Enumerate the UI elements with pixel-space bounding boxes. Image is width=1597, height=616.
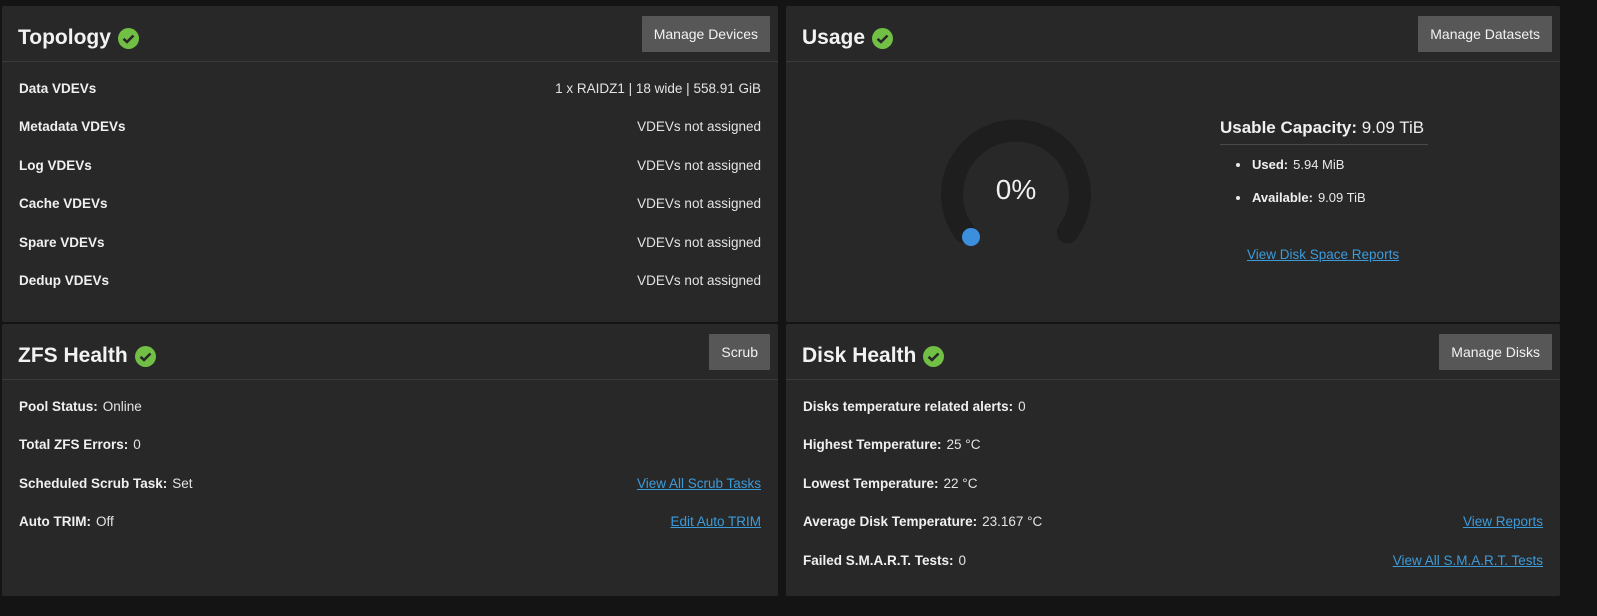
lowest-temp-label: Lowest Temperature: <box>803 475 939 491</box>
scrub-button[interactable]: Scrub <box>709 334 770 370</box>
topology-row: Data VDEVs 1 x RAIDZ1 | 18 wide | 558.91… <box>19 78 761 98</box>
manage-devices-button[interactable]: Manage Devices <box>641 16 770 52</box>
average-temp-row: Average Disk Temperature: 23.167 °C View… <box>803 511 1543 531</box>
check-circle-icon <box>923 345 945 367</box>
usage-title: Usage <box>802 26 866 49</box>
temp-alerts-value: 0 <box>1018 398 1026 414</box>
available-value: 9.09 TiB <box>1317 190 1366 205</box>
usable-capacity: Usable Capacity: 9.09 TiB <box>1220 118 1424 138</box>
topology-row: Spare VDEVs VDEVs not assigned <box>19 232 761 252</box>
capacity-label: Usable Capacity: <box>1220 118 1357 137</box>
smart-tests-label: Failed S.M.A.R.T. Tests: <box>803 552 954 568</box>
row-label: Metadata VDEVs <box>19 118 126 134</box>
manage-disks-button[interactable]: Manage Disks <box>1439 334 1552 370</box>
smart-tests-row: Failed S.M.A.R.T. Tests: 0 View All S.M.… <box>803 550 1543 570</box>
card-header: Usage Manage Datasets <box>786 6 1560 62</box>
smart-tests-value: 0 <box>958 552 967 568</box>
used-value: 5.94 MiB <box>1293 157 1345 172</box>
disk-health-title: Disk Health <box>802 344 917 367</box>
average-temp-value: 23.167 °C <box>982 513 1043 529</box>
scrub-task-label: Scheduled Scrub Task: <box>19 475 168 491</box>
available-item: Available: 9.09 TiB <box>1236 190 1366 205</box>
lowest-temp: Lowest Temperature: 22 °C <box>803 476 977 491</box>
highest-temp-value: 25 °C <box>946 436 981 452</box>
zfs-errors-label: Total ZFS Errors: <box>19 436 129 452</box>
zfs-errors-row: Total ZFS Errors: 0 <box>19 434 761 454</box>
scrub-task-row: Scheduled Scrub Task: Set View All Scrub… <box>19 473 761 493</box>
bullet-icon <box>1236 195 1240 200</box>
available-label: Available: <box>1252 190 1313 205</box>
check-circle-icon <box>872 27 894 49</box>
temp-alerts: Disks temperature related alerts: 0 <box>803 399 1026 414</box>
manage-datasets-button[interactable]: Manage Datasets <box>1418 16 1552 52</box>
pool-status-row: Pool Status: Online <box>19 396 761 416</box>
temp-alerts-label: Disks temperature related alerts: <box>803 398 1014 414</box>
capacity-value: 9.09 TiB <box>1361 118 1425 137</box>
row-label: Spare VDEVs <box>19 234 105 250</box>
card-title: ZFS Health <box>18 344 156 368</box>
check-circle-icon <box>134 345 156 367</box>
temp-alerts-row: Disks temperature related alerts: 0 <box>803 396 1543 416</box>
usage-card: Usage Manage Datasets 0% Usable Capacity… <box>786 6 1560 322</box>
scrub-task: Scheduled Scrub Task: Set <box>19 476 193 491</box>
row-value: VDEVs not assigned <box>637 157 761 173</box>
row-value: VDEVs not assigned <box>637 272 761 288</box>
highest-temp-row: Highest Temperature: 25 °C <box>803 434 1543 454</box>
average-temp: Average Disk Temperature: 23.167 °C <box>803 514 1042 529</box>
scrub-task-value: Set <box>172 475 193 491</box>
view-disk-space-reports-link[interactable]: View Disk Space Reports <box>1247 247 1399 262</box>
zfs-errors-value: 0 <box>133 436 141 452</box>
auto-trim-value: Off <box>95 513 114 529</box>
view-reports-link[interactable]: View Reports <box>1463 514 1543 529</box>
card-header: Topology Manage Devices <box>2 6 778 62</box>
highest-temp-label: Highest Temperature: <box>803 436 942 452</box>
topology-row: Dedup VDEVs VDEVs not assigned <box>19 270 761 290</box>
card-title: Usage <box>802 26 894 50</box>
view-all-scrub-tasks-link[interactable]: View All Scrub Tasks <box>637 476 761 491</box>
topology-card: Topology Manage Devices Data VDEVs 1 x R… <box>2 6 778 322</box>
row-value: VDEVs not assigned <box>637 118 761 134</box>
zfs-health-title: ZFS Health <box>18 344 128 367</box>
highest-temp: Highest Temperature: 25 °C <box>803 437 980 452</box>
topology-row: Cache VDEVs VDEVs not assigned <box>19 193 761 213</box>
row-label: Cache VDEVs <box>19 195 108 211</box>
check-circle-icon <box>117 27 139 49</box>
auto-trim: Auto TRIM: Off <box>19 514 114 529</box>
pool-status: Pool Status: Online <box>19 399 142 414</box>
used-label: Used: <box>1252 157 1289 172</box>
card-title: Topology <box>18 26 139 50</box>
capacity-divider <box>1220 144 1428 145</box>
auto-trim-label: Auto TRIM: <box>19 513 91 529</box>
row-label: Dedup VDEVs <box>19 272 110 288</box>
pool-status-label: Pool Status: <box>19 398 98 414</box>
row-label: Log VDEVs <box>19 157 92 173</box>
card-header: Disk Health Manage Disks <box>786 324 1560 380</box>
bullet-icon <box>1236 162 1240 167</box>
row-value: VDEVs not assigned <box>637 234 761 250</box>
row-label: Data VDEVs <box>19 80 97 96</box>
row-value: 1 x RAIDZ1 | 18 wide | 558.91 GiB <box>555 80 761 96</box>
lowest-temp-value: 22 °C <box>943 475 978 491</box>
zfs-errors: Total ZFS Errors: 0 <box>19 437 141 452</box>
pool-status-value: Online <box>102 398 142 414</box>
topology-title: Topology <box>18 26 111 49</box>
lowest-temp-row: Lowest Temperature: 22 °C <box>803 473 1543 493</box>
card-header: ZFS Health Scrub <box>2 324 778 380</box>
topology-row: Metadata VDEVs VDEVs not assigned <box>19 116 761 136</box>
used-item: Used: 5.94 MiB <box>1236 157 1344 172</box>
zfs-health-card: ZFS Health Scrub Pool Status: Online Tot… <box>2 324 778 596</box>
smart-tests: Failed S.M.A.R.T. Tests: 0 <box>803 553 966 568</box>
gauge-indicator <box>962 228 980 246</box>
gauge-percent-text: 0% <box>995 174 1037 205</box>
disk-health-card: Disk Health Manage Disks Disks temperatu… <box>786 324 1560 596</box>
edit-auto-trim-link[interactable]: Edit Auto TRIM <box>670 514 761 529</box>
card-title: Disk Health <box>802 344 945 368</box>
topology-row: Log VDEVs VDEVs not assigned <box>19 155 761 175</box>
view-all-smart-tests-link[interactable]: View All S.M.A.R.T. Tests <box>1393 553 1543 568</box>
average-temp-label: Average Disk Temperature: <box>803 513 978 529</box>
row-value: VDEVs not assigned <box>637 195 761 211</box>
auto-trim-row: Auto TRIM: Off Edit Auto TRIM <box>19 511 761 531</box>
